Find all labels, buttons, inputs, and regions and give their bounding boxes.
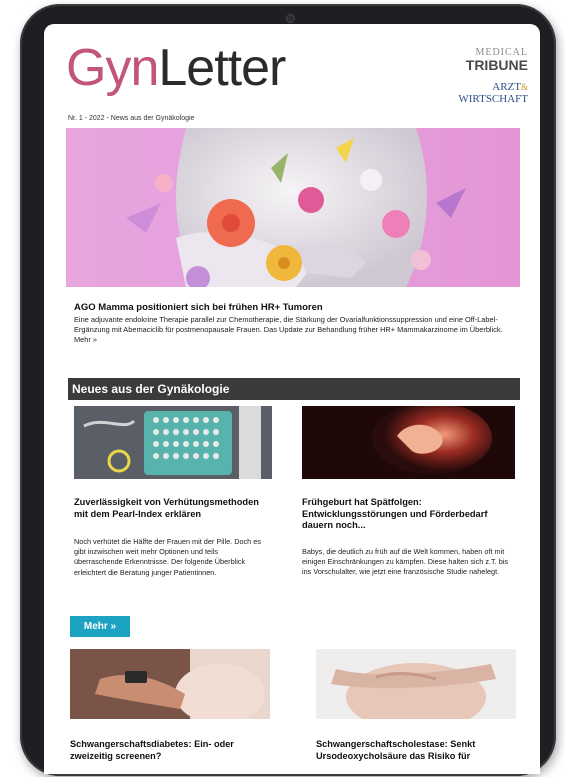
- article-2-title[interactable]: Frühgeburt hat Spätfolgen: Entwicklungss…: [302, 497, 502, 532]
- newsletter-screen: GynLetter Nr. 1 - 2022 - News aus der Gy…: [44, 24, 540, 774]
- section-title: Neues aus der Gynäkologie: [72, 382, 230, 396]
- feature-text: Eine adjuvante endokrine Therapie parall…: [74, 315, 503, 344]
- pregnancy-diabetes-image[interactable]: [70, 649, 270, 719]
- brand-letter: Letter: [158, 39, 286, 97]
- hero-image[interactable]: [66, 128, 520, 287]
- bottom-article-1-title[interactable]: Schwangerschaftsdiabetes: Ein- oder zwei…: [70, 739, 270, 762]
- camera-icon: [286, 14, 295, 23]
- section-header: Neues aus der Gynäkologie: [68, 378, 520, 400]
- brand-logo: GynLetter: [66, 39, 286, 97]
- issue-line: Nr. 1 - 2022 - News aus der Gynäkologie: [68, 115, 195, 122]
- more-button[interactable]: Mehr »: [70, 616, 130, 637]
- article-1-title[interactable]: Zuverlässigkeit von Verhütungsmethoden m…: [74, 497, 274, 520]
- contraceptive-image[interactable]: [74, 406, 272, 479]
- article-1-text: Noch verhütet die Hälfte der Frauen mit …: [74, 537, 261, 577]
- arzt-wirtschaft-logo: ARZT& WIRTSCHAFT: [458, 81, 528, 105]
- medical-tribune-logo: MEDICAL TRIBUNE: [465, 47, 528, 73]
- bottom-article-2-title[interactable]: Schwangerschaftscholestase: Senkt Ursode…: [316, 739, 521, 762]
- premature-baby-image[interactable]: [302, 406, 515, 479]
- pregnancy-cholestasis-image[interactable]: [316, 649, 516, 719]
- feature-title[interactable]: AGO Mamma positioniert sich bei frühen H…: [74, 302, 323, 313]
- article-2-text: Babys, die deutlich zu früh auf die Welt…: [302, 547, 509, 577]
- brand-gyn: Gyn: [66, 39, 159, 97]
